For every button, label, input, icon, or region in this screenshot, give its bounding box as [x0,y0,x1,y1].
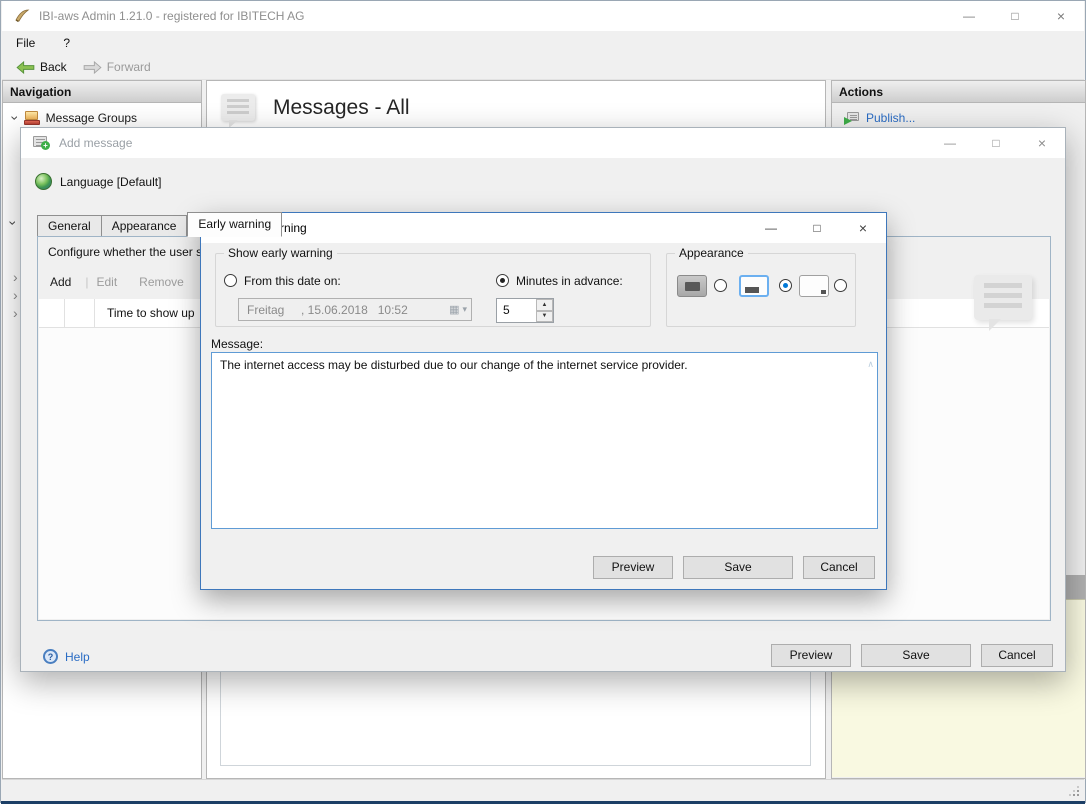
spin-up-button[interactable]: ▲ [536,299,553,311]
forward-label: Forward [107,60,151,74]
tree-expander-icon[interactable]: › [13,306,18,320]
tree-expander-icon[interactable]: › [13,288,18,302]
tab-general[interactable]: General [37,215,102,237]
navigation-header: Navigation [3,81,201,103]
group-label: Appearance [675,246,748,260]
language-label: Language [Default] [60,175,161,189]
maximize-button[interactable]: □ [992,1,1038,31]
message-groups-icon [24,111,40,125]
appearance-banner-radio[interactable] [779,279,792,292]
maximize-button[interactable]: □ [794,213,840,243]
menu-bar: File ? [2,31,1084,55]
cancel-button[interactable]: Cancel [803,556,875,579]
forward-button[interactable]: Forward [75,55,159,79]
add-warning-window-controls: — □ × [748,213,886,243]
status-bar [2,779,1084,801]
date-picker[interactable]: Freitag , 15.06.2018 10:52 ▦ ▾ [238,298,472,321]
column-header-time[interactable]: Time to show up [107,306,195,320]
help-icon: ? [43,649,58,664]
resize-grip[interactable] [1069,786,1079,796]
window-title: IBI-aws Admin 1.21.0 - registered for IB… [39,9,304,23]
app-icon [14,8,30,24]
appearance-fullscreen-icon [677,275,707,297]
from-date-radio[interactable] [224,274,237,287]
calendar-icon: ▦ [449,303,459,316]
publish-label: Publish... [866,111,915,125]
date-value: Freitag , 15.06.2018 10:52 [247,303,408,317]
minutes-value: 5 [497,299,536,322]
sidebar-item-message-groups[interactable]: › Message Groups [3,108,137,128]
add-warning-titlebar: Add warning — □ × [201,213,886,243]
watermark-bubble-icon [974,275,1032,320]
language-row: Language [Default] [35,173,161,190]
appearance-banner-icon [739,275,769,297]
main-window-controls: — □ × [946,1,1084,31]
appearance-tray-icon [799,275,829,297]
main-titlebar: IBI-aws Admin 1.21.0 - registered for IB… [2,1,1084,31]
minimize-button[interactable]: — [927,128,973,158]
scrollbar-up-icon[interactable]: ∧ [867,357,874,372]
edit-button[interactable]: Edit [96,275,117,289]
tree-expander-icon[interactable]: › [13,270,18,284]
tree-expander-down-icon[interactable]: › [6,221,20,226]
appearance-group: Appearance [666,253,856,327]
help-link[interactable]: ? Help [43,649,90,664]
close-button[interactable]: × [1038,1,1084,31]
back-button[interactable]: Back [8,55,75,79]
chevron-down-icon[interactable]: › [8,116,22,121]
minimize-button[interactable]: — [946,1,992,31]
add-message-icon: + [33,136,50,150]
plus-badge-icon: + [41,141,50,150]
cancel-button[interactable]: Cancel [981,644,1053,667]
publish-action[interactable]: Publish... [844,111,915,125]
tab-appearance[interactable]: Appearance [102,215,188,237]
show-early-warning-group: Show early warning From this date on: Fr… [215,253,651,327]
preview-button[interactable]: Preview [771,644,851,667]
preview-button[interactable]: Preview [593,556,673,579]
back-arrow-icon [16,61,35,74]
save-button[interactable]: Save [861,644,971,667]
menu-help[interactable]: ? [49,31,84,55]
close-button[interactable]: × [840,213,886,243]
tab-early-warning[interactable]: Early warning [187,212,282,237]
remove-button[interactable]: Remove [139,275,184,289]
column-divider [64,299,65,327]
spin-down-button[interactable]: ▼ [536,311,553,323]
add-message-window-controls: — □ × [927,128,1065,158]
message-label: Message: [211,337,263,351]
add-button[interactable]: Add [50,275,71,289]
save-button[interactable]: Save [683,556,793,579]
sidebar-item-label: Message Groups [46,111,137,125]
appearance-fullscreen-radio[interactable] [714,279,727,292]
globe-icon [35,173,52,190]
page-title: Messages - All [273,96,410,120]
back-label: Back [40,60,67,74]
minimize-button[interactable]: — [748,213,794,243]
column-divider [94,299,95,327]
group-label: Show early warning [224,246,337,260]
close-button[interactable]: × [1019,128,1065,158]
toolbar-separator: | [85,275,88,289]
tab-strip: General Appearance Early warning [37,212,282,237]
publish-icon [844,112,859,125]
minutes-radio[interactable] [496,274,509,287]
appearance-tray-radio[interactable] [834,279,847,292]
help-label: Help [65,650,90,664]
add-warning-dialog: Add warning — □ × Show early warning Fro… [200,212,887,590]
menu-file[interactable]: File [2,31,49,55]
actions-header: Actions [832,81,1085,103]
dialog-title: Add message [59,136,132,150]
message-textarea[interactable]: The internet access may be disturbed due… [211,352,878,529]
minutes-label[interactable]: Minutes in advance: [516,274,623,288]
nav-toolbar: Back Forward [2,55,1084,80]
forward-arrow-icon [83,61,102,74]
dropdown-arrow-icon[interactable]: ▾ [462,304,467,315]
maximize-button[interactable]: □ [973,128,1019,158]
tab-hint-text: Configure whether the user sho [48,245,215,259]
from-date-label[interactable]: From this date on: [244,274,341,288]
messages-bubble-icon [221,94,255,121]
add-message-titlebar: + Add message — □ × [21,128,1065,158]
message-text: The internet access may be disturbed due… [220,358,688,372]
minutes-stepper[interactable]: 5 ▲ ▼ [496,298,554,323]
